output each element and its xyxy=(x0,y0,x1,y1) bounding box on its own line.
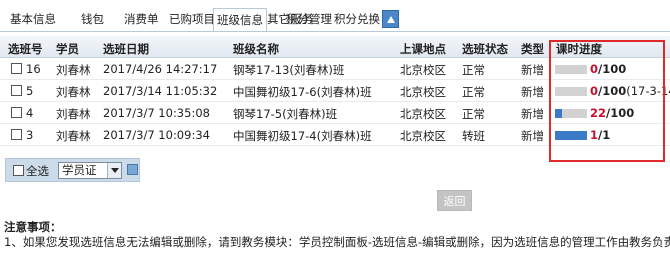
tab-points-management[interactable]: 积分管理 xyxy=(286,9,332,30)
row-checkbox[interactable] xyxy=(11,129,22,140)
header-type: 类型 xyxy=(521,42,544,56)
class-id: 3 xyxy=(26,128,34,142)
enroll-date: 2017/3/7 10:09:34 xyxy=(103,128,210,142)
print-icon[interactable] xyxy=(127,164,138,175)
type: 新增 xyxy=(521,107,544,121)
card-type-select[interactable]: 学员证 xyxy=(58,162,122,179)
tab-consumption-orders[interactable]: 消费单 xyxy=(124,9,159,30)
header-status: 选班状态 xyxy=(462,42,508,56)
notes-title: 注意事项： xyxy=(4,220,62,234)
class-id: 4 xyxy=(26,106,34,120)
select-all-label[interactable]: 全选 xyxy=(26,163,49,179)
card-type-select-value: 学员证 xyxy=(62,163,97,177)
class-id: 16 xyxy=(26,62,41,76)
header-location: 上课地点 xyxy=(400,42,446,56)
back-button[interactable]: 返回 xyxy=(437,190,472,211)
header-student: 学员 xyxy=(56,42,79,56)
class-id: 5 xyxy=(26,84,34,98)
type: 新增 xyxy=(521,63,544,77)
enroll-date: 2017/3/14 11:05:32 xyxy=(103,84,218,98)
type: 新增 xyxy=(521,85,544,99)
enroll-date: 2017/3/7 10:35:08 xyxy=(103,106,210,120)
student-name: 刘春林 xyxy=(56,85,91,99)
tab-basic-info[interactable]: 基本信息 xyxy=(10,9,56,30)
tab-wallet[interactable]: 钱包 xyxy=(81,9,104,30)
progress-highlight-box xyxy=(549,40,665,162)
status: 正常 xyxy=(462,63,485,77)
student-name: 刘春林 xyxy=(56,129,91,143)
tab-points-redeem[interactable]: 积分兑换 xyxy=(334,9,380,30)
header-class-name: 班级名称 xyxy=(233,42,279,56)
class-name: 钢琴17-5(刘春林)班 xyxy=(233,107,338,121)
status: 正常 xyxy=(462,85,485,99)
header-class-id: 选班号 xyxy=(8,42,43,56)
tab-class-info[interactable]: 班级信息 xyxy=(213,8,267,31)
location: 北京校区 xyxy=(400,85,446,99)
batch-action-bar: 全选 学员证 xyxy=(5,158,140,182)
location: 北京校区 xyxy=(400,129,446,143)
tab-bar: 基本信息 钱包 消费单 已购项目 班级信息 其它服务 积分管理 积分兑换 xyxy=(0,0,670,34)
tab-more-button[interactable] xyxy=(382,10,399,28)
notes-item: 1、如果您发现选班信息无法编辑或删除，请到教务模块：学员控制面板-选班信息-编辑… xyxy=(4,235,670,249)
tab-divider xyxy=(0,31,670,32)
class-name: 中国舞初级17-6(刘春林)班 xyxy=(233,85,372,99)
chevron-down-icon[interactable] xyxy=(107,163,121,178)
location: 北京校区 xyxy=(400,107,446,121)
status: 转班 xyxy=(462,129,485,143)
type: 新增 xyxy=(521,129,544,143)
student-name: 刘春林 xyxy=(56,63,91,77)
enroll-date: 2017/4/26 14:27:17 xyxy=(103,62,218,76)
row-checkbox[interactable] xyxy=(11,85,22,96)
student-name: 刘春林 xyxy=(56,107,91,121)
location: 北京校区 xyxy=(400,63,446,77)
status: 正常 xyxy=(462,107,485,121)
select-all-checkbox[interactable] xyxy=(13,165,24,176)
class-name: 钢琴17-13(刘春林)班 xyxy=(233,63,345,77)
class-name: 中国舞初级17-4(刘春林)班 xyxy=(233,129,372,143)
row-checkbox[interactable] xyxy=(11,63,22,74)
tab-purchased-items[interactable]: 已购项目 xyxy=(169,9,215,30)
header-date: 选班日期 xyxy=(103,42,149,56)
row-checkbox[interactable] xyxy=(11,107,22,118)
